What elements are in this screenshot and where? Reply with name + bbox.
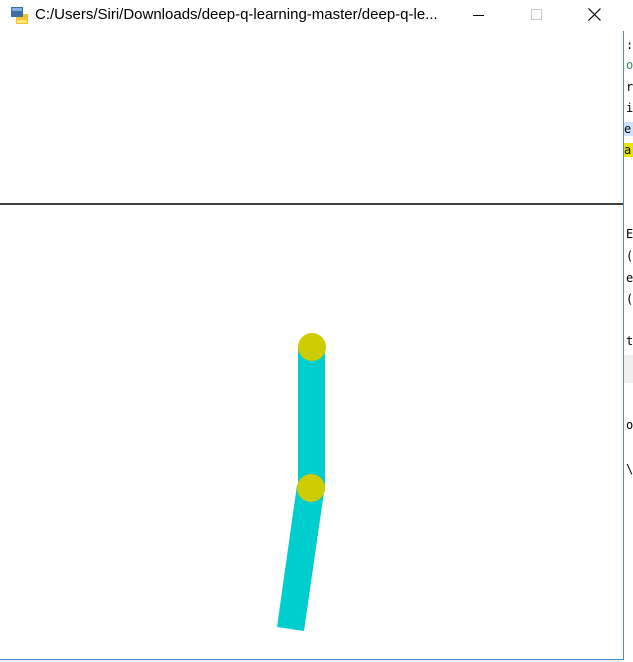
editor-line: e [626,271,633,285]
pendulum-joint-middle [297,474,325,502]
window-title: C:/Users/Siri/Downloads/deep-q-learning-… [35,6,438,23]
editor-line: E [626,227,633,241]
render-canvas [0,31,623,659]
editor-line: a [624,143,633,157]
editor-line: : [626,38,633,52]
maximize-icon [531,9,542,20]
acrobot-window: C:/Users/Siri/Downloads/deep-q-learning-… [0,0,624,660]
pendulum-link-upper [298,347,325,491]
editor-line: \ [626,462,633,476]
desktop: : o r i e a E ( e ( t o \ C:/Users/Siri/… [0,0,633,662]
editor-line: t [626,334,633,348]
minimize-icon [473,15,484,16]
close-icon [588,8,601,21]
editor-line: e [624,122,633,136]
close-button[interactable] [571,0,617,31]
editor-line: o [626,418,633,432]
editor-line: ( [626,292,633,306]
pendulum-joint-top [298,333,326,361]
editor-line: r [626,80,633,94]
editor-line: ( [626,249,633,263]
maximize-button[interactable] [513,0,559,31]
minimize-button[interactable] [455,0,501,31]
editor-line: i [626,101,633,115]
editor-line: o [626,58,633,72]
title-bar[interactable]: C:/Users/Siri/Downloads/deep-q-learning-… [0,0,624,31]
pendulum-link-lower [277,485,324,631]
python-icon [11,7,28,24]
